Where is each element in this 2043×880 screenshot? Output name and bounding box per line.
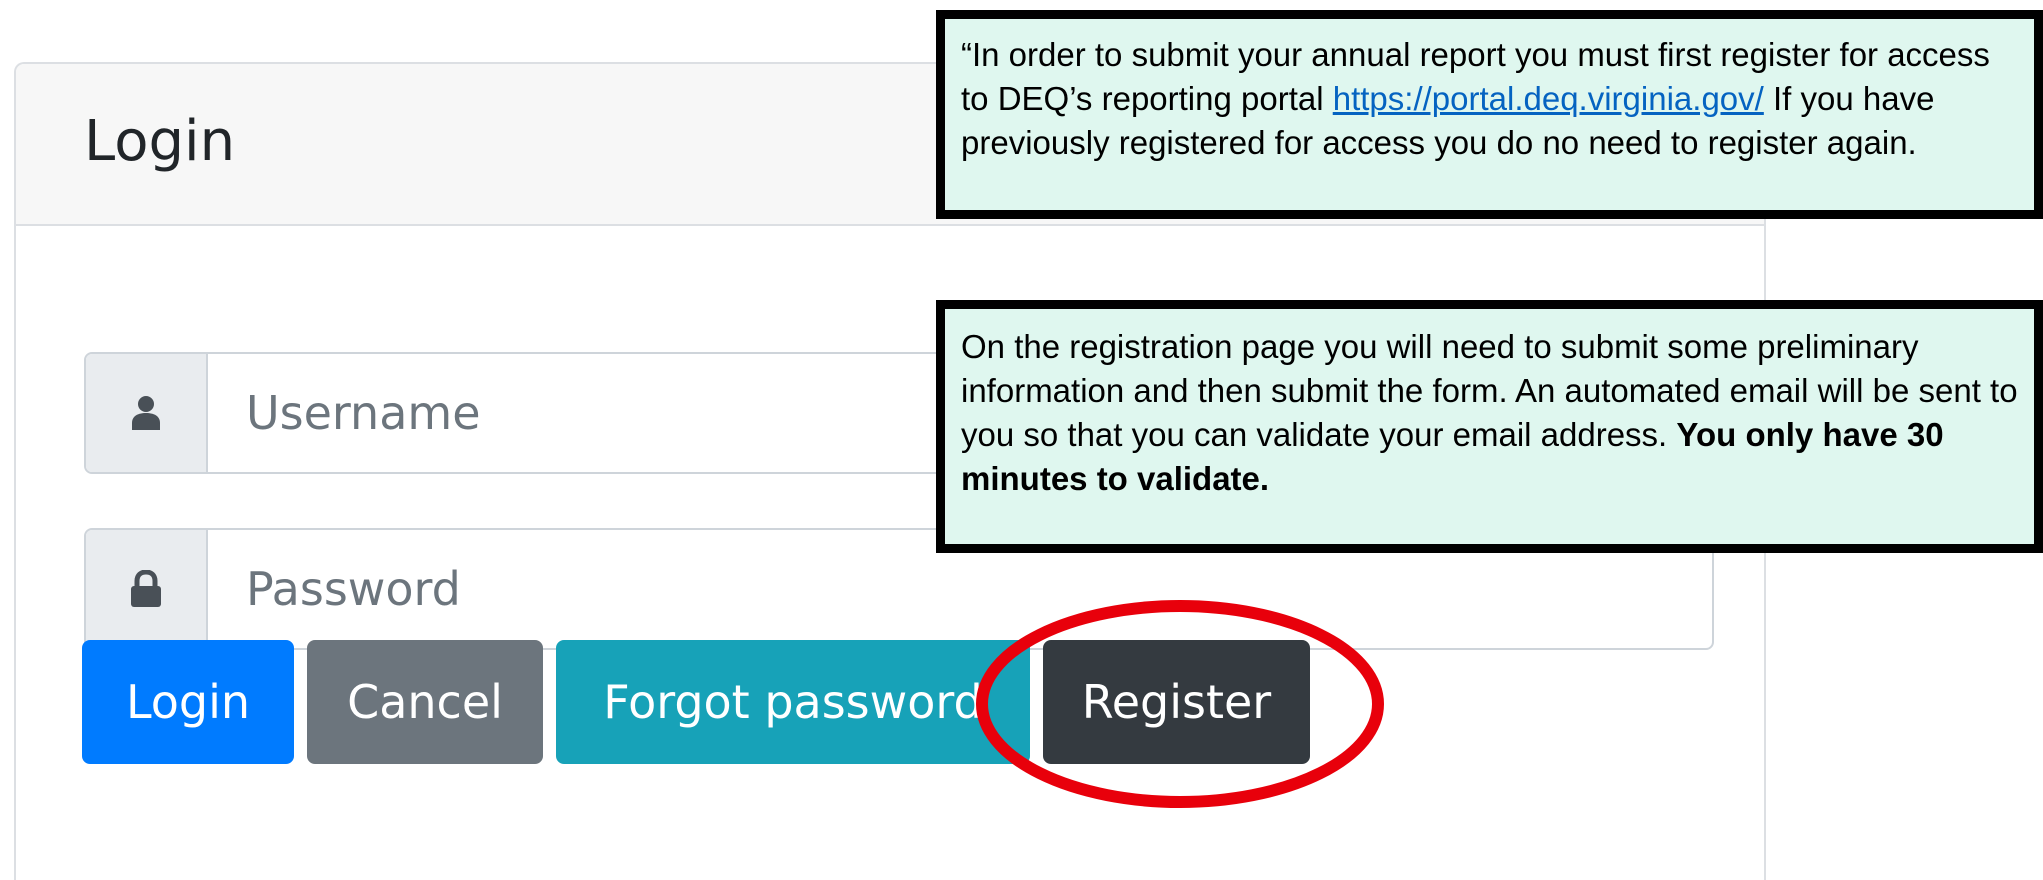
register-info-callout: “In order to submit your annual report y… [936,10,2043,219]
password-addon [86,530,208,648]
lock-icon [131,570,161,607]
page-title: Login [84,109,236,174]
register-highlight-ellipse [976,600,1384,808]
forgot-password-button[interactable]: Forgot password [556,640,1030,764]
user-icon [132,396,160,430]
username-addon [86,354,208,472]
registration-info-callout: On the registration page you will need t… [936,300,2043,553]
login-button[interactable]: Login [82,640,294,764]
portal-link[interactable]: https://portal.deq.virginia.gov/ [1333,80,1764,117]
cancel-button[interactable]: Cancel [307,640,543,764]
